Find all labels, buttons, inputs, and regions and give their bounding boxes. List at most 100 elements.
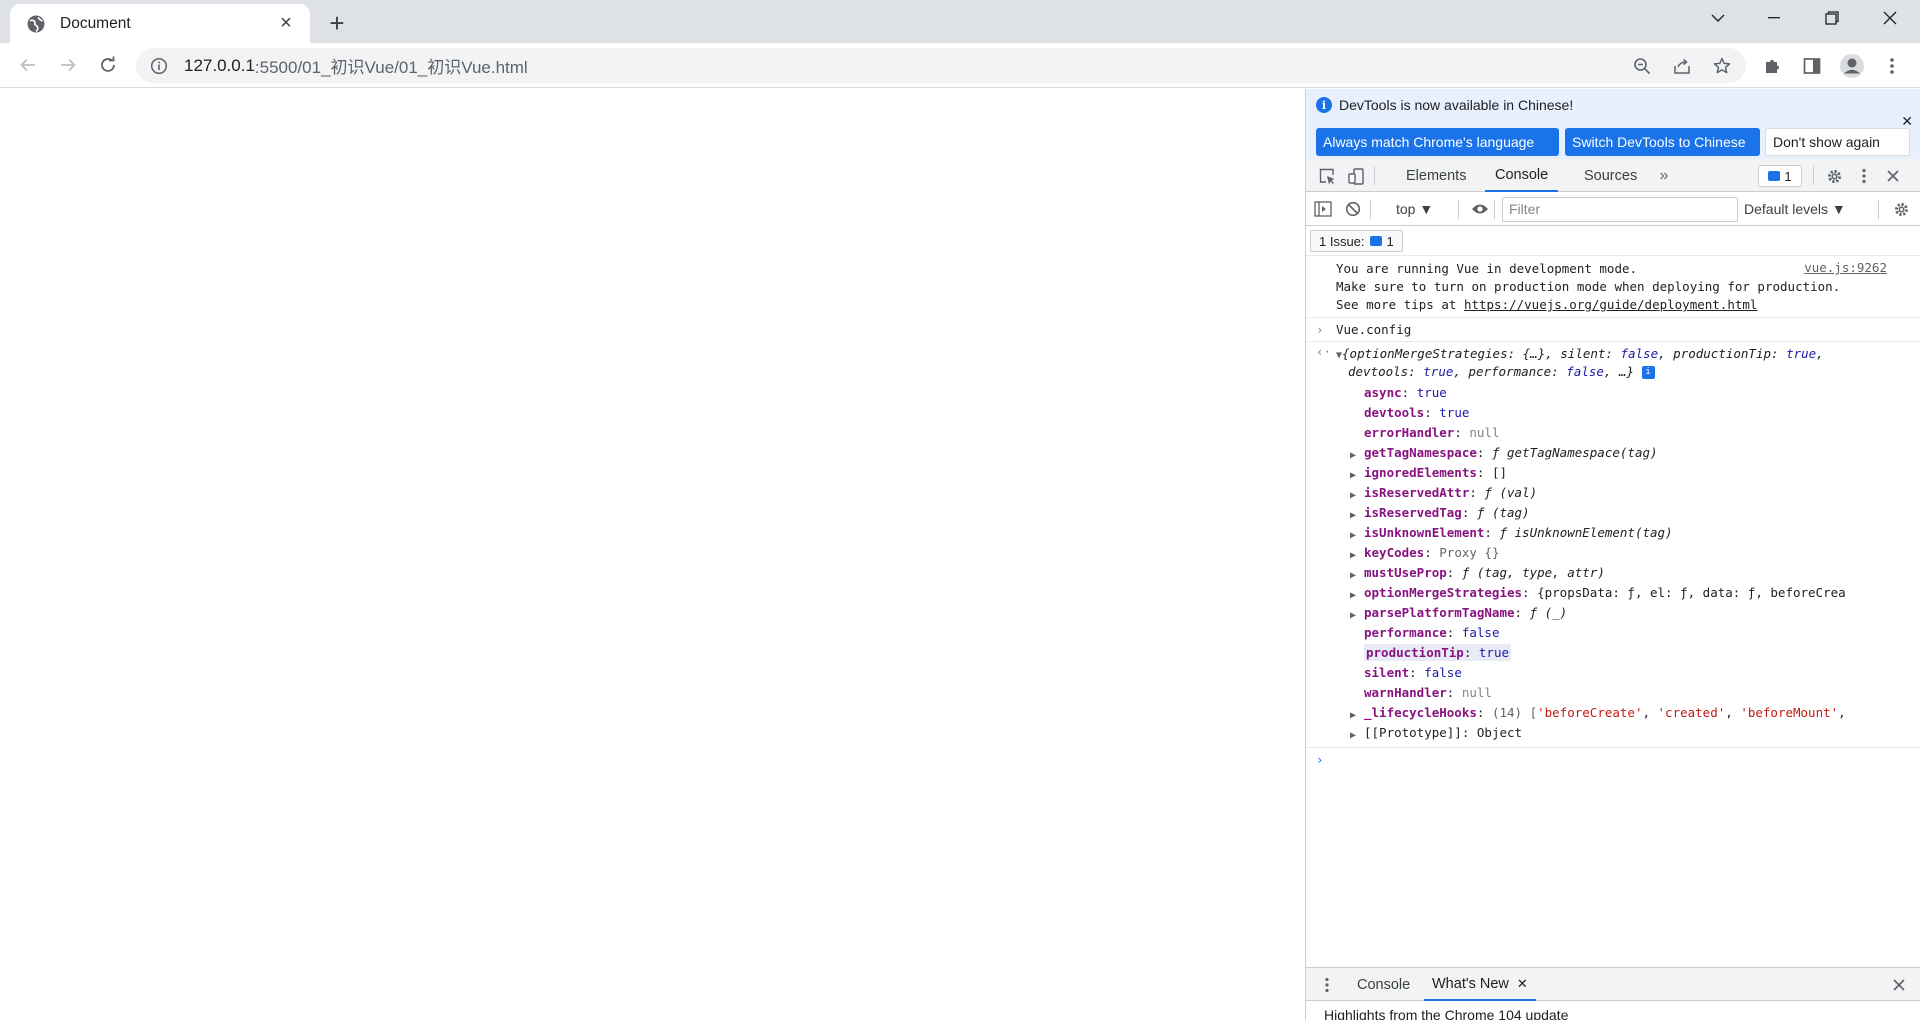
console-line: Make sure to turn on production mode whe… xyxy=(1306,278,1920,296)
object-property-row[interactable]: ▶ getTagNamespace: ƒ getTagNamespace(tag) xyxy=(1306,443,1920,463)
close-window-icon[interactable] xyxy=(1862,0,1918,36)
menu-more-icon[interactable] xyxy=(1877,51,1907,81)
always-match-language-button[interactable]: Always match Chrome's language xyxy=(1316,128,1559,156)
summary-boolean: true xyxy=(1786,346,1817,361)
close-devtools-icon[interactable] xyxy=(1882,165,1904,187)
share-icon[interactable] xyxy=(1668,52,1696,80)
drawer-menu-icon[interactable] xyxy=(1316,974,1338,996)
forward-icon[interactable] xyxy=(52,49,84,81)
context-selector[interactable]: top ▼ xyxy=(1396,201,1433,217)
expand-triangle-icon[interactable]: ▶ xyxy=(1350,446,1356,463)
issues-counter-button[interactable]: 1 Issue: 1 xyxy=(1310,230,1403,252)
switch-to-chinese-button[interactable]: Switch DevTools to Chinese xyxy=(1565,128,1760,156)
inspect-element-icon[interactable] xyxy=(1316,165,1338,187)
expand-triangle-icon[interactable]: ▶ xyxy=(1350,526,1356,543)
expand-triangle-icon[interactable]: ▶ xyxy=(1350,706,1356,723)
site-info-icon[interactable] xyxy=(150,57,168,75)
bookmark-star-icon[interactable] xyxy=(1708,52,1736,80)
filter-input[interactable]: Filter xyxy=(1502,197,1738,222)
object-property-row[interactable]: ▶ isReservedAttr: ƒ (val) xyxy=(1306,483,1920,503)
console-input-entry: › Vue.config xyxy=(1306,318,1920,342)
property-value: (14) ['beforeCreate', 'created', 'before… xyxy=(1491,705,1846,720)
object-property-row[interactable]: ▶ keyCodes: Proxy {} xyxy=(1306,543,1920,563)
object-property-row[interactable]: ▶ optionMergeStrategies: {propsData: ƒ, e… xyxy=(1306,583,1920,603)
property-value: Proxy {} xyxy=(1439,545,1500,560)
console-settings-gear-icon[interactable] xyxy=(1890,198,1912,220)
infobar-close-icon[interactable]: ✕ xyxy=(1901,113,1913,130)
dont-show-again-button[interactable]: Don't show again xyxy=(1765,128,1910,156)
object-property-row[interactable]: ▶ [[Prototype]]: Object xyxy=(1306,723,1920,743)
log-levels-dropdown[interactable]: Default levels ▼ xyxy=(1744,201,1846,217)
expand-triangle-icon[interactable]: ▶ xyxy=(1350,566,1356,583)
close-drawer-icon[interactable] xyxy=(1888,974,1910,996)
console-prompt[interactable]: › xyxy=(1306,747,1920,773)
property-value: false xyxy=(1424,665,1462,680)
property-value: ƒ (tag) xyxy=(1476,505,1530,520)
console-message-vue-devmode: You are running Vue in development mode.… xyxy=(1306,257,1920,318)
browser-tab[interactable]: Document × xyxy=(10,4,310,43)
deployment-guide-link[interactable]: https://vuejs.org/guide/deployment.html xyxy=(1464,297,1758,312)
tab-elements[interactable]: Elements xyxy=(1396,159,1476,192)
result-summary-line-1[interactable]: ▼{optionMergeStrategies: {…}, silent: fa… xyxy=(1306,345,1920,363)
object-property-row[interactable]: ▶ isUnknownElement: ƒ isUnknownElement(ta… xyxy=(1306,523,1920,543)
expand-triangle-icon[interactable]: ▶ xyxy=(1350,726,1356,743)
object-property-row[interactable]: ▶ ignoredElements: [] xyxy=(1306,463,1920,483)
expand-triangle-icon[interactable]: ▶ xyxy=(1350,606,1356,623)
property-key: isReservedAttr xyxy=(1364,485,1470,500)
address-bar[interactable]: 127.0.0.1:5500/01_初识Vue/01_初识Vue.html xyxy=(136,48,1746,83)
url-host: 127.0.0.1 xyxy=(184,55,255,75)
property-key: performance xyxy=(1364,625,1447,640)
filterbar-divider-2 xyxy=(1458,200,1459,219)
source-location-link[interactable]: vue.js:9262 xyxy=(1804,260,1887,275)
profile-avatar-icon[interactable] xyxy=(1837,51,1867,81)
object-info-icon[interactable]: i xyxy=(1641,366,1655,379)
tab-console[interactable]: Console xyxy=(1485,159,1559,192)
reload-icon[interactable] xyxy=(92,49,124,81)
page-viewport xyxy=(0,89,1305,1020)
issues-row: 1 Issue: 1 xyxy=(1306,226,1920,256)
drawer-tabbar: Console What's New ✕ xyxy=(1306,968,1920,1001)
drawer-tab-whats-new[interactable]: What's New ✕ xyxy=(1424,968,1536,1001)
object-property-row[interactable]: ▶ isReservedTag: ƒ (tag) xyxy=(1306,503,1920,523)
property-content: errorHandler: null xyxy=(1364,425,1500,440)
more-tabs-chevron-icon[interactable]: » xyxy=(1653,165,1675,187)
settings-gear-icon[interactable] xyxy=(1823,165,1845,187)
object-property-row[interactable]: ▶ _lifecycleHooks: (14) ['beforeCreate', … xyxy=(1306,703,1920,723)
filterbar-divider xyxy=(1370,200,1371,219)
extensions-icon[interactable] xyxy=(1757,51,1787,81)
drawer-tab-console[interactable]: Console xyxy=(1349,968,1418,1001)
side-panel-icon[interactable] xyxy=(1797,51,1827,81)
property-value: ƒ (tag, type, attr) xyxy=(1461,565,1605,580)
back-icon[interactable] xyxy=(12,49,44,81)
console-line: See more tips at https://vuejs.org/guide… xyxy=(1306,296,1920,314)
expand-triangle-icon[interactable]: ▶ xyxy=(1350,506,1356,523)
property-value: false xyxy=(1461,625,1500,640)
zoom-icon[interactable] xyxy=(1628,52,1656,80)
drawer-tab-close-icon[interactable]: ✕ xyxy=(1517,976,1528,992)
clear-console-icon[interactable] xyxy=(1342,198,1364,220)
object-property-row: async: true xyxy=(1306,383,1920,403)
tab-search-icon[interactable] xyxy=(1690,0,1746,36)
property-content: keyCodes: Proxy {} xyxy=(1364,545,1500,560)
device-toolbar-icon[interactable] xyxy=(1345,165,1367,187)
console-input-text: Vue.config xyxy=(1336,322,1412,337)
restore-icon[interactable] xyxy=(1804,0,1860,36)
tab-sources[interactable]: Sources xyxy=(1574,159,1647,192)
show-sidebar-icon[interactable] xyxy=(1312,198,1334,220)
tab-close-icon[interactable]: × xyxy=(274,12,298,36)
devtools-menu-icon[interactable] xyxy=(1853,165,1875,187)
url-path: :5500/01_初识Vue/01_初识Vue.html xyxy=(254,58,528,77)
expand-triangle-icon[interactable]: ▶ xyxy=(1350,466,1356,483)
expand-triangle-icon[interactable]: ▶ xyxy=(1350,546,1356,563)
minimize-icon[interactable] xyxy=(1746,0,1802,36)
expand-triangle-icon[interactable]: ▶ xyxy=(1350,586,1356,603)
live-expression-eye-icon[interactable] xyxy=(1469,198,1491,220)
object-property-row: silent: false xyxy=(1306,663,1920,683)
property-content: performance: false xyxy=(1364,625,1500,640)
expand-triangle-icon[interactable]: ▶ xyxy=(1350,486,1356,503)
issues-badge[interactable]: 1 xyxy=(1758,165,1802,187)
new-tab-icon[interactable]: + xyxy=(322,8,352,38)
object-property-row[interactable]: ▶ mustUseProp: ƒ (tag, type, attr) xyxy=(1306,563,1920,583)
object-property-row[interactable]: ▶ parsePlatformTagName: ƒ (_) xyxy=(1306,603,1920,623)
filterbar-divider-4 xyxy=(1878,200,1879,219)
